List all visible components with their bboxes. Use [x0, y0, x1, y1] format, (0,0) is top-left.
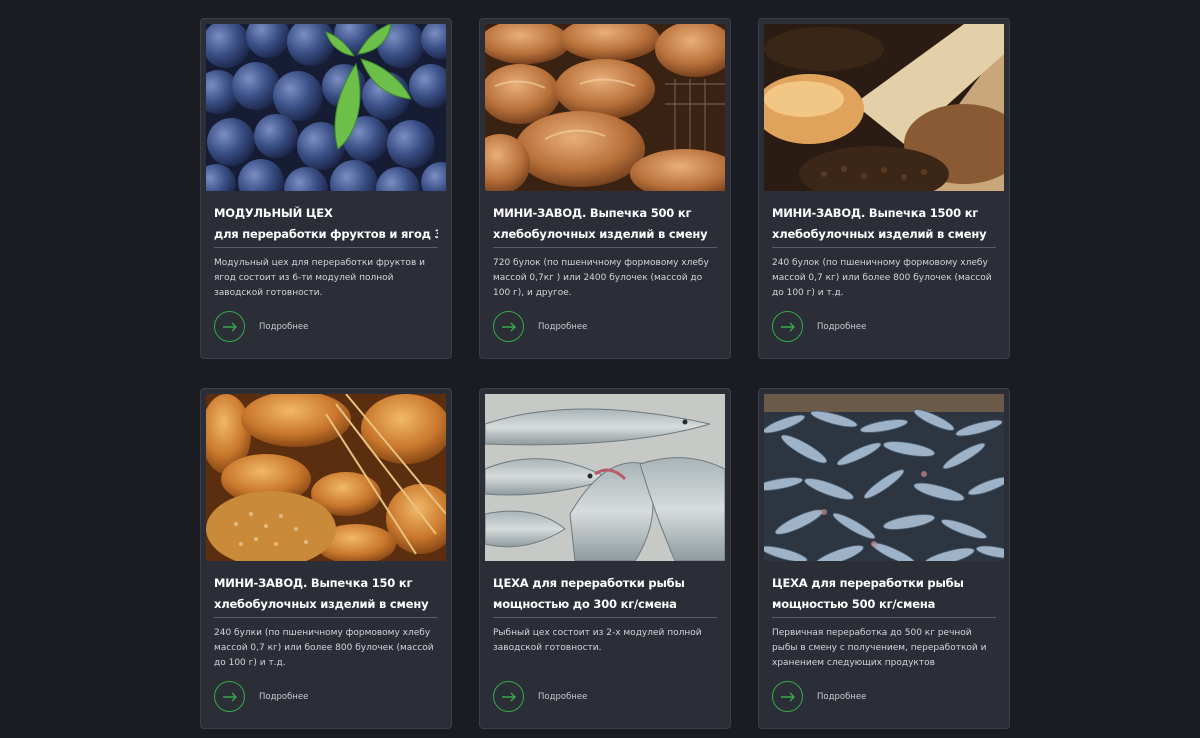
card-footer: Подробнее [772, 681, 866, 712]
card-description: 240 булки (по пшеничному формовому хлебу… [214, 628, 434, 668]
card-title[interactable]: МИНИ-ЗАВОД. Выпечка 1500 кг хлебобулочны… [772, 203, 996, 245]
card-description: Первичная переработка до 500 кг речной р… [772, 628, 987, 668]
card-description: 240 булок (по пшеничному формовому хлебу… [772, 258, 992, 298]
details-arrow-button[interactable] [493, 681, 524, 712]
card-title-line-1: МИНИ-ЗАВОД. Выпечка 150 кг [214, 576, 413, 590]
card-footer: Подробнее [214, 311, 308, 342]
card-title[interactable]: ЦЕХА для переработки рыбы мощностью 500 … [772, 573, 996, 615]
arrow-right-icon [780, 692, 795, 701]
divider [493, 247, 717, 248]
card-description: Рыбный цех состоит из 2-х модулей полной… [493, 628, 702, 653]
product-grid: МОДУЛЬНЫЙ ЦЕХ для переработки фруктов и … [200, 18, 1011, 729]
details-link[interactable]: Подробнее [538, 322, 587, 332]
card-footer: Подробнее [772, 311, 866, 342]
details-arrow-button[interactable] [214, 681, 245, 712]
card-title-line-2: мощностью 500 кг/смена [772, 597, 936, 611]
product-card[interactable]: МИНИ-ЗАВОД. Выпечка 500 кг хлебобулочных… [479, 18, 731, 359]
card-title[interactable]: МИНИ-ЗАВОД. Выпечка 500 кг хлебобулочных… [493, 203, 717, 245]
card-title-line-1: МОДУЛЬНЫЙ ЦЕХ [214, 206, 333, 220]
details-arrow-button[interactable] [772, 311, 803, 342]
details-link[interactable]: Подробнее [817, 322, 866, 332]
divider [493, 617, 717, 618]
card-title-line-2: мощностью до 300 кг/смена [493, 597, 677, 611]
details-link[interactable]: Подробнее [817, 692, 866, 702]
arrow-right-icon [501, 322, 516, 331]
card-title[interactable]: МОДУЛЬНЫЙ ЦЕХ для переработки фруктов и … [214, 203, 438, 245]
divider [214, 617, 438, 618]
details-arrow-button[interactable] [772, 681, 803, 712]
buns-and-wheat-photo[interactable] [206, 394, 446, 561]
divider [772, 617, 996, 618]
card-footer: Подробнее [214, 681, 308, 712]
details-arrow-button[interactable] [493, 311, 524, 342]
product-card[interactable]: ЦЕХА для переработки рыбы мощностью до 3… [479, 388, 731, 729]
card-title-line-2: хлебобулочных изделий в смену [214, 597, 429, 611]
arrow-right-icon [780, 322, 795, 331]
arrow-right-icon [501, 692, 516, 701]
card-footer: Подробнее [493, 311, 587, 342]
card-title[interactable]: ЦЕХА для переработки рыбы мощностью до 3… [493, 573, 717, 615]
fish-catch-pile-photo[interactable] [764, 394, 1004, 561]
card-title[interactable]: МИНИ-ЗАВОД. Выпечка 150 кг хлебобулочных… [214, 573, 438, 615]
card-title-line-2: хлебобулочных изделий в смену [772, 227, 987, 241]
product-card[interactable]: МИНИ-ЗАВОД. Выпечка 1500 кг хлебобулочны… [758, 18, 1010, 359]
card-title-line-1: МИНИ-ЗАВОД. Выпечка 500 кг [493, 206, 692, 220]
card-description: Модульный цех для переработки фруктов и … [214, 258, 425, 298]
divider [214, 247, 438, 248]
blueberries-mint-photo[interactable] [206, 24, 446, 191]
product-card[interactable]: МИНИ-ЗАВОД. Выпечка 150 кг хлебобулочных… [200, 388, 452, 729]
details-arrow-button[interactable] [214, 311, 245, 342]
arrow-right-icon [222, 692, 237, 701]
details-link[interactable]: Подробнее [538, 692, 587, 702]
divider [772, 247, 996, 248]
bread-loaves-on-rack-photo[interactable] [485, 24, 725, 191]
card-title-line-2: хлебобулочных изделий в смену [493, 227, 708, 241]
card-title-line-1: ЦЕХА для переработки рыбы [772, 576, 964, 590]
product-card[interactable]: ЦЕХА для переработки рыбы мощностью 500 … [758, 388, 1010, 729]
card-title-line-1: ЦЕХА для переработки рыбы [493, 576, 685, 590]
card-title-line-1: МИНИ-ЗАВОД. Выпечка 1500 кг [772, 206, 979, 220]
card-footer: Подробнее [493, 681, 587, 712]
details-link[interactable]: Подробнее [259, 692, 308, 702]
card-description: 720 булок (по пшеничному формовому хлебу… [493, 258, 709, 298]
product-card[interactable]: МОДУЛЬНЫЙ ЦЕХ для переработки фруктов и … [200, 18, 452, 359]
salmon-fish-photo[interactable] [485, 394, 725, 561]
arrow-right-icon [222, 322, 237, 331]
details-link[interactable]: Подробнее [259, 322, 308, 332]
card-title-line-2: для переработки фруктов и ягод 300 [214, 227, 438, 241]
baguettes-and-rye-bread-photo[interactable] [764, 24, 1004, 191]
